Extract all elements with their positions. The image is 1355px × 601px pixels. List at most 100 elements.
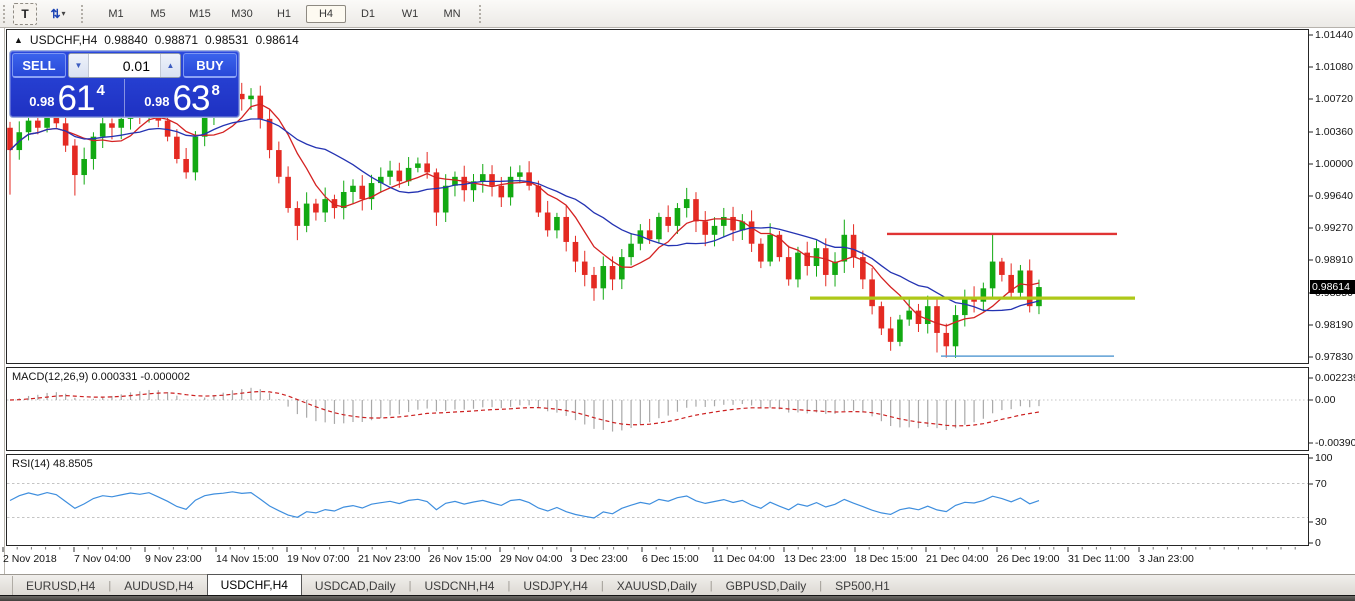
timeframe-button-m5[interactable]: M5 <box>138 5 178 23</box>
candle-body <box>480 174 486 181</box>
candle-body <box>387 171 393 177</box>
volume-decrease-button[interactable]: ▼ <box>69 54 89 77</box>
price-axis-label: 0.97830 <box>1315 351 1353 363</box>
candle-body <box>702 221 708 234</box>
candle-body <box>44 117 50 128</box>
rsi-axis-label: 70 <box>1315 478 1327 490</box>
candle-body <box>619 257 625 279</box>
candle-body <box>415 163 421 167</box>
candle-body <box>684 199 690 208</box>
timeframe-button-m1[interactable]: M1 <box>96 5 136 23</box>
candle-body <box>295 208 301 226</box>
candle-body <box>1018 270 1024 292</box>
buy-price-prefix: 0.98 <box>144 94 169 109</box>
candle-body <box>183 159 189 172</box>
toolbar-grip[interactable] <box>479 5 485 23</box>
price-axis-label: 1.01080 <box>1315 61 1353 73</box>
candle-body <box>118 119 124 128</box>
candle-body <box>7 128 13 150</box>
volume-increase-button[interactable]: ▲ <box>160 54 180 77</box>
date-label: 7 Nov 04:00 <box>74 553 131 565</box>
collapse-triangle-icon[interactable]: ▲ <box>14 35 23 45</box>
tab-item-usdjpy[interactable]: USDJPY,H4 <box>510 576 600 596</box>
candle-body <box>953 315 959 346</box>
tab-item-usdchf[interactable]: USDCHF,H4 <box>207 574 302 596</box>
tab-item-usdcnh[interactable]: USDCNH,H4 <box>411 576 507 596</box>
price-axis-label: 1.00000 <box>1315 158 1353 170</box>
candle-body <box>554 217 560 230</box>
dropdown-caret-icon[interactable]: ▾ <box>62 9 66 18</box>
candle-body <box>832 262 838 275</box>
rsi-axis-label: 30 <box>1315 516 1327 528</box>
candle-body <box>174 137 180 159</box>
sell-button[interactable]: SELL <box>12 53 66 78</box>
date-label: 19 Nov 07:00 <box>287 553 349 565</box>
candle-body <box>536 186 542 213</box>
tab-item-audusd[interactable]: AUDUSD,H4 <box>111 576 206 596</box>
sell-price-pip-digit: 4 <box>96 82 104 99</box>
tab-item-usdcad[interactable]: USDCAD,Daily <box>302 576 409 596</box>
sell-price-big-digits: 61 <box>58 81 95 116</box>
candle-body <box>600 266 606 288</box>
timeframe-button-m15[interactable]: M15 <box>180 5 220 23</box>
sell-price-display[interactable]: 0.98 61 4 <box>10 79 124 117</box>
volume-input[interactable]: 0.01 <box>89 54 160 77</box>
rsi-label: RSI(14) 48.8505 <box>12 458 93 470</box>
date-label: 6 Dec 15:00 <box>642 553 699 565</box>
tab-bar-stub <box>0 576 13 596</box>
candle-body <box>591 275 597 288</box>
one-click-trading-panel: SELL ▼ 0.01 ▲ BUY 0.98 61 4 0.98 63 8 <box>9 50 240 118</box>
macd-label: MACD(12,26,9) 0.000331 -0.000002 <box>12 371 190 383</box>
candle-body <box>851 235 857 257</box>
date-label: 18 Dec 15:00 <box>855 553 917 565</box>
candle-body <box>943 333 949 346</box>
timeframe-button-d1[interactable]: D1 <box>348 5 388 23</box>
candle-body <box>897 320 903 342</box>
candle-body <box>545 213 551 231</box>
candle-body <box>823 248 829 275</box>
text-label-tool-icon[interactable]: T <box>13 3 37 25</box>
candle-body <box>767 235 773 262</box>
candle-body <box>925 306 931 324</box>
date-label: 3 Dec 23:00 <box>571 553 628 565</box>
candle-body <box>934 306 940 333</box>
sell-price-prefix: 0.98 <box>29 94 54 109</box>
tab-item-sp500[interactable]: SP500,H1 <box>822 576 903 596</box>
candle-body <box>916 311 922 324</box>
date-label: 26 Nov 15:00 <box>429 553 491 565</box>
toolbar-grip[interactable] <box>3 5 9 23</box>
date-label: 9 Nov 23:00 <box>145 553 202 565</box>
tab-item-eurusd[interactable]: EURUSD,H4 <box>13 576 108 596</box>
candle-body <box>888 328 894 341</box>
timeframe-button-row: M1M5M15M30H1H4D1W1MN <box>95 5 473 23</box>
timeframe-button-mn[interactable]: MN <box>432 5 472 23</box>
timeframe-button-w1[interactable]: W1 <box>390 5 430 23</box>
candle-body <box>100 123 106 136</box>
price-axis-label: 0.99270 <box>1315 222 1353 234</box>
buy-button[interactable]: BUY <box>183 53 237 78</box>
timeframe-button-h4[interactable]: H4 <box>306 5 346 23</box>
timeframe-button-m30[interactable]: M30 <box>222 5 262 23</box>
date-label: 2 Nov 2018 <box>3 553 57 565</box>
buy-price-display[interactable]: 0.98 63 8 <box>124 79 239 117</box>
candle-body <box>869 279 875 306</box>
chart-ohlc-header: ▲ USDCHF,H4 0.98840 0.98871 0.98531 0.98… <box>14 33 299 47</box>
tab-item-gbpusd[interactable]: GBPUSD,Daily <box>713 576 820 596</box>
toolbar-grip[interactable] <box>81 5 87 23</box>
candle-body <box>675 208 681 226</box>
candle-body <box>26 121 32 133</box>
candle-body <box>267 119 273 150</box>
candle-body <box>879 306 885 328</box>
candle-body <box>499 186 505 198</box>
timeframe-button-h1[interactable]: H1 <box>264 5 304 23</box>
volume-stepper: ▼ 0.01 ▲ <box>68 53 181 78</box>
macd-pane <box>7 368 1309 451</box>
mt4-window: T ⇅ ▾ M1M5M15M30H1H4D1W1MN ▲ USDCHF,H4 0… <box>0 0 1355 601</box>
arrange-arrows-icon[interactable]: ⇅ ▾ <box>43 4 73 24</box>
date-label: 14 Nov 15:00 <box>216 553 278 565</box>
macd-axis-label: -0.003901 <box>1315 437 1355 449</box>
low-value: 0.98531 <box>205 33 248 47</box>
high-value: 0.98871 <box>155 33 198 47</box>
tab-item-xauusd[interactable]: XAUUSD,Daily <box>604 576 710 596</box>
price-axis-label: 0.98910 <box>1315 254 1353 266</box>
